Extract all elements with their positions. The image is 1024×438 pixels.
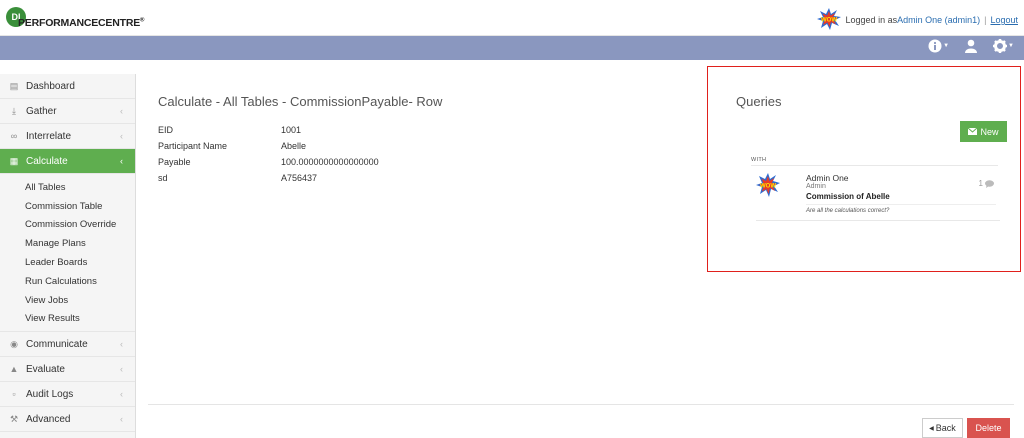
sidebar: ▤ Dashboard ⤓ Gather ‹ ∞ Interrelate ‹ ▦… [0, 74, 136, 438]
field-row-participant-name: Participant Name Abelle [158, 138, 379, 154]
comment-icon [985, 179, 994, 188]
chevron-left-icon: ‹ [120, 364, 123, 375]
back-button[interactable]: ◀ Back [922, 418, 963, 438]
sidebar-item-label: Interrelate [26, 130, 72, 142]
submenu-item-commission-override[interactable]: Commission Override [0, 216, 135, 235]
user-profile-link[interactable]: Admin One (admin1) [897, 15, 980, 25]
info-icon[interactable]: ▼ [928, 39, 949, 53]
field-label: sd [158, 173, 168, 183]
chevron-left-icon: ‹ [120, 339, 123, 350]
field-label: Payable [158, 157, 191, 167]
queries-title: Queries [736, 94, 782, 109]
new-query-button[interactable]: New [960, 121, 1007, 142]
separator: | [984, 15, 987, 25]
sidebar-item-label: Gather [26, 105, 57, 117]
sidebar-item-calculate[interactable]: ▦ Calculate ‹ [0, 149, 135, 174]
sidebar-item-interrelate[interactable]: ∞ Interrelate ‹ [0, 124, 135, 149]
sidebar-item-dashboard[interactable]: ▤ Dashboard [0, 74, 135, 99]
sidebar-item-advanced[interactable]: ⚒ Advanced ‹ [0, 407, 135, 433]
submenu-item-view-results[interactable]: View Results [0, 310, 135, 329]
bar-chart-icon: ▤ [9, 80, 19, 91]
sidebar-item-gather[interactable]: ⤓ Gather ‹ [0, 99, 135, 124]
sidebar-item-label: Evaluate [26, 363, 65, 375]
divider [751, 165, 998, 166]
back-label: Back [935, 423, 956, 433]
thumbs-up-icon: ▲ [9, 364, 19, 375]
avatar-text: WOW [821, 18, 837, 24]
query-message: Are all the calculations correct? [806, 208, 890, 214]
queries-panel: Queries New WITH WOW Admin One Admin Com… [707, 66, 1021, 272]
file-icon: ▫ [12, 389, 16, 400]
sidebar-item-label: Calculate [26, 155, 68, 167]
user-area: WOW Logged in as Admin One (admin1) | Lo… [816, 8, 1018, 31]
gear-icon[interactable]: ▼ [993, 39, 1014, 53]
delete-button[interactable]: Delete [967, 418, 1010, 438]
sidebar-item-label: Advanced [26, 413, 71, 425]
query-item[interactable]: WOW Admin One Admin Commission of Abelle… [756, 171, 1000, 221]
calculate-submenu: All Tables Commission Table Commission O… [0, 174, 135, 333]
envelope-icon [968, 128, 978, 135]
download-icon: ⤓ [12, 105, 16, 116]
field-value: 1001 [281, 125, 302, 135]
query-subject[interactable]: Commission of Abelle [806, 192, 890, 201]
sidebar-item-label: Dashboard [26, 80, 75, 92]
logged-in-label: Logged in as [845, 15, 898, 25]
sidebar-item-label: Audit Logs [26, 388, 74, 400]
chevron-left-icon: ◀ [929, 425, 934, 432]
query-author-role: Admin [806, 183, 826, 190]
field-value: A756437 [281, 173, 318, 183]
chevron-left-icon: ‹ [120, 156, 123, 166]
query-avatar: WOW [756, 173, 780, 197]
query-comment-count: 1 [979, 179, 994, 188]
chevron-left-icon: ‹ [120, 389, 123, 400]
logout-link[interactable]: Logout [990, 15, 1018, 25]
field-row-eid: EID 1001 [158, 122, 379, 138]
field-label: Participant Name [158, 141, 228, 151]
submenu-item-commission-table[interactable]: Commission Table [0, 197, 135, 216]
footer-divider [148, 404, 1014, 405]
page-title: Calculate - All Tables - CommissionPayab… [158, 94, 443, 109]
field-row-sd: sd A756437 [158, 170, 379, 186]
sidebar-item-label: Communicate [26, 338, 88, 350]
submenu-item-view-jobs[interactable]: View Jobs [0, 291, 135, 310]
comment-count: 1 [978, 179, 983, 188]
avatar-text: WOW [760, 184, 776, 190]
divider [806, 204, 996, 205]
sidebar-item-communicate[interactable]: ◉ Communicate ‹ [0, 332, 135, 358]
table-icon: ▦ [9, 155, 19, 166]
link-icon: ∞ [10, 131, 18, 141]
row-details: EID 1001 Participant Name Abelle Payable… [158, 122, 379, 186]
logo-registered: ® [140, 17, 145, 24]
submenu-item-leader-boards[interactable]: Leader Boards [0, 253, 135, 272]
field-label: EID [158, 125, 174, 135]
with-label: WITH [751, 157, 767, 163]
comments-icon: ◉ [10, 338, 18, 349]
sidebar-item-audit-logs[interactable]: ▫ Audit Logs ‹ [0, 382, 135, 408]
top-header: DI PERFORMANCECENTRE® WOW Logged in as A… [0, 0, 1024, 36]
navbar: ▼ ▼ [0, 36, 1024, 60]
new-query-label: New [980, 126, 999, 137]
chevron-left-icon: ‹ [120, 414, 123, 425]
sidebar-item-evaluate[interactable]: ▲ Evaluate ‹ [0, 357, 135, 383]
submenu-item-run-calculations[interactable]: Run Calculations [0, 272, 135, 291]
user-avatar-icon[interactable]: WOW [816, 8, 841, 30]
wrench-icon: ⚒ [9, 413, 19, 424]
submenu-item-all-tables[interactable]: All Tables [0, 178, 135, 197]
logo[interactable]: DI PERFORMANCECENTRE® [6, 5, 144, 29]
chevron-left-icon: ‹ [120, 131, 123, 141]
chevron-left-icon: ‹ [120, 106, 123, 116]
query-author-name: Admin One [806, 173, 849, 183]
field-value: 100.0000000000000000 [281, 157, 379, 167]
field-row-payable: Payable 100.0000000000000000 [158, 154, 379, 170]
logo-text: PERFORMANCECENTRE [18, 17, 141, 29]
user-icon[interactable] [965, 39, 978, 53]
field-value: Abelle [281, 141, 307, 151]
submenu-item-manage-plans[interactable]: Manage Plans [0, 234, 135, 253]
